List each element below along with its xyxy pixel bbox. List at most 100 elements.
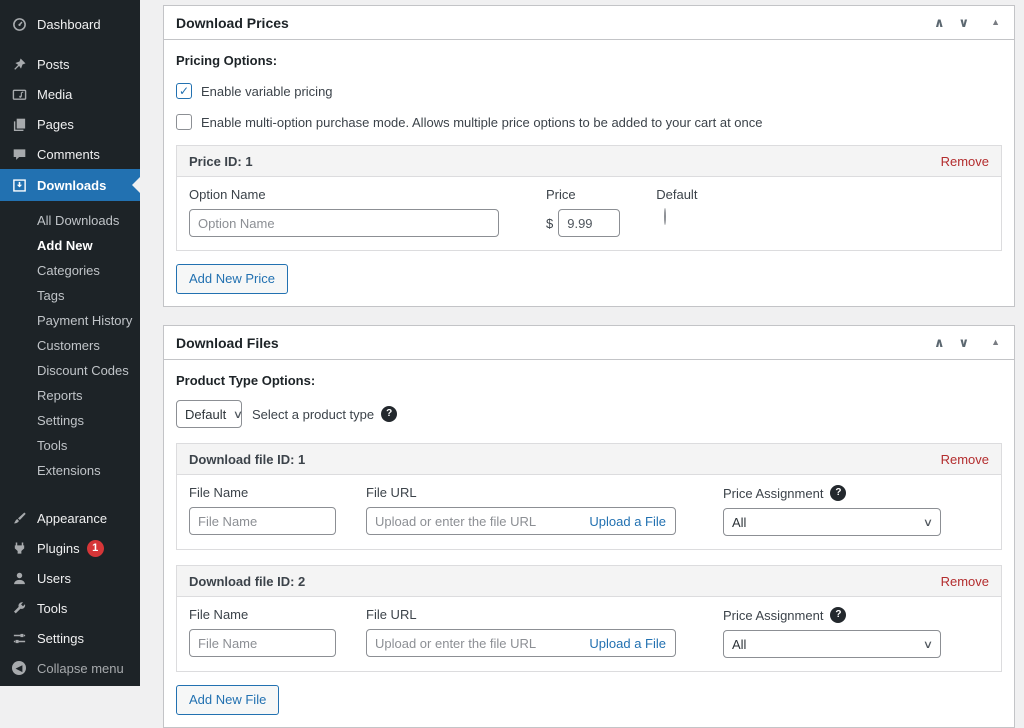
file-name-input[interactable] [189, 507, 336, 535]
file-row-header[interactable]: Download file ID: 1 Remove [177, 444, 1001, 475]
product-type-row: Default ∨ Select a product type ? [176, 400, 1002, 428]
file-url-label: File URL [366, 607, 676, 622]
price-input[interactable] [558, 209, 620, 237]
plugin-icon [10, 540, 28, 556]
sidebar-item-tools[interactable]: Tools [0, 593, 140, 623]
sidebar-item-settings[interactable]: Settings [0, 623, 140, 653]
option-name-input[interactable] [189, 209, 499, 237]
wrench-icon [10, 600, 28, 616]
price-assignment-column: Price Assignment ? All ∨ [723, 607, 941, 658]
submenu-item-add-new[interactable]: Add New [0, 233, 140, 258]
chevron-down-icon: ∨ [233, 408, 243, 421]
variable-pricing-row: ✓ Enable variable pricing [176, 83, 1002, 99]
toggle-panel-icon[interactable]: ▲ [989, 18, 1002, 27]
submenu-item-discount-codes[interactable]: Discount Codes [0, 358, 140, 383]
sidebar-item-downloads[interactable]: Downloads [0, 169, 140, 201]
sidebar-item-dashboard[interactable]: Dashboard [0, 9, 140, 39]
price-assignment-help-icon[interactable]: ? [830, 485, 846, 501]
file-row-fields: File Name File URL Upload a File Price A… [177, 597, 1001, 671]
panel-title: Download Prices [176, 15, 289, 31]
file-url-input[interactable] [367, 636, 589, 651]
sidebar-item-pages[interactable]: Pages [0, 109, 140, 139]
file-row-1: Download file ID: 1 Remove File Name Fil… [176, 443, 1002, 550]
submenu-item-payment-history[interactable]: Payment History [0, 308, 140, 333]
admin-sidebar: Dashboard Posts Media Pages Comments Dow… [0, 0, 140, 686]
price-assignment-label: Price Assignment [723, 608, 823, 623]
add-new-price-button[interactable]: Add New Price [176, 264, 288, 294]
sidebar-item-users[interactable]: Users [0, 563, 140, 593]
default-column: Default [656, 187, 697, 237]
submenu-item-all-downloads[interactable]: All Downloads [0, 208, 140, 233]
main-content: Download Prices ∧ ∨ ▲ Pricing Options: ✓… [140, 0, 1024, 686]
product-type-hint: Select a product type [252, 407, 374, 422]
price-assignment-select[interactable]: All ∨ [723, 630, 941, 658]
sidebar-item-posts[interactable]: Posts [0, 49, 140, 79]
file-url-field: Upload a File [366, 507, 676, 535]
file-url-input[interactable] [367, 514, 589, 529]
sidebar-item-label: Dashboard [37, 17, 101, 32]
sidebar-item-comments[interactable]: Comments [0, 139, 140, 169]
remove-file-link[interactable]: Remove [941, 452, 989, 467]
price-assignment-value: All [732, 515, 746, 530]
move-up-icon[interactable]: ∧ [927, 16, 952, 29]
sidebar-item-plugins[interactable]: Plugins 1 [0, 533, 140, 563]
variable-pricing-checkbox[interactable]: ✓ [176, 83, 192, 99]
option-name-label: Option Name [189, 187, 499, 202]
toggle-panel-icon[interactable]: ▲ [989, 338, 1002, 347]
move-up-icon[interactable]: ∧ [927, 336, 952, 349]
product-type-value: Default [185, 407, 226, 422]
price-row-header[interactable]: Price ID: 1 Remove [177, 146, 1001, 177]
sidebar-item-label: Appearance [37, 511, 107, 526]
file-row-title: Download file ID: 2 [189, 574, 305, 589]
collapse-menu-button[interactable]: ◀ Collapse menu [0, 653, 140, 683]
move-down-icon[interactable]: ∨ [952, 16, 977, 29]
price-column: Price $ [546, 187, 620, 237]
submenu-item-extensions[interactable]: Extensions [0, 458, 140, 483]
file-row-2: Download file ID: 2 Remove File Name Fil… [176, 565, 1002, 672]
remove-file-link[interactable]: Remove [941, 574, 989, 589]
pages-icon [10, 116, 28, 132]
file-name-input[interactable] [189, 629, 336, 657]
file-row-header[interactable]: Download file ID: 2 Remove [177, 566, 1001, 597]
sidebar-item-media[interactable]: Media [0, 79, 140, 109]
price-row-1: Price ID: 1 Remove Option Name Price $ [176, 145, 1002, 251]
submenu-item-tags[interactable]: Tags [0, 283, 140, 308]
submenu-item-tools[interactable]: Tools [0, 433, 140, 458]
variable-pricing-label: Enable variable pricing [201, 84, 333, 99]
sidebar-item-appearance[interactable]: Appearance [0, 503, 140, 533]
default-price-radio[interactable] [664, 208, 666, 225]
collapse-menu-label: Collapse menu [37, 661, 124, 676]
multi-option-checkbox[interactable] [176, 114, 192, 130]
download-files-body: Product Type Options: Default ∨ Select a… [164, 373, 1014, 727]
download-files-header: Download Files ∧ ∨ ▲ [164, 326, 1014, 360]
download-icon [10, 177, 28, 193]
sidebar-item-label: Posts [37, 57, 70, 72]
price-row-title: Price ID: 1 [189, 154, 253, 169]
move-down-icon[interactable]: ∨ [952, 336, 977, 349]
remove-price-link[interactable]: Remove [941, 154, 989, 169]
price-assignment-select[interactable]: All ∨ [723, 508, 941, 536]
upload-file-link[interactable]: Upload a File [589, 636, 675, 651]
download-prices-header: Download Prices ∧ ∨ ▲ [164, 6, 1014, 40]
upload-file-link[interactable]: Upload a File [589, 514, 675, 529]
file-url-field: Upload a File [366, 629, 676, 657]
currency-symbol: $ [546, 216, 553, 231]
multi-option-row: Enable multi-option purchase mode. Allow… [176, 114, 1002, 130]
metabox-controls: ∧ ∨ ▲ [927, 16, 1002, 29]
submenu-item-customers[interactable]: Customers [0, 333, 140, 358]
sidebar-item-label: Comments [37, 147, 100, 162]
add-new-file-button[interactable]: Add New File [176, 685, 279, 715]
submenu-item-categories[interactable]: Categories [0, 258, 140, 283]
product-type-help-icon[interactable]: ? [381, 406, 397, 422]
submenu-item-reports[interactable]: Reports [0, 383, 140, 408]
price-assignment-help-icon[interactable]: ? [830, 607, 846, 623]
download-files-panel: Download Files ∧ ∨ ▲ Product Type Option… [163, 325, 1015, 728]
user-icon [10, 570, 28, 586]
file-name-column: File Name [189, 485, 336, 536]
product-type-options-label: Product Type Options: [176, 373, 1002, 388]
file-url-label: File URL [366, 485, 676, 500]
default-label: Default [656, 187, 697, 202]
product-type-select[interactable]: Default ∨ [176, 400, 242, 428]
submenu-item-settings[interactable]: Settings [0, 408, 140, 433]
price-row-fields: Option Name Price $ Default [177, 177, 1001, 250]
